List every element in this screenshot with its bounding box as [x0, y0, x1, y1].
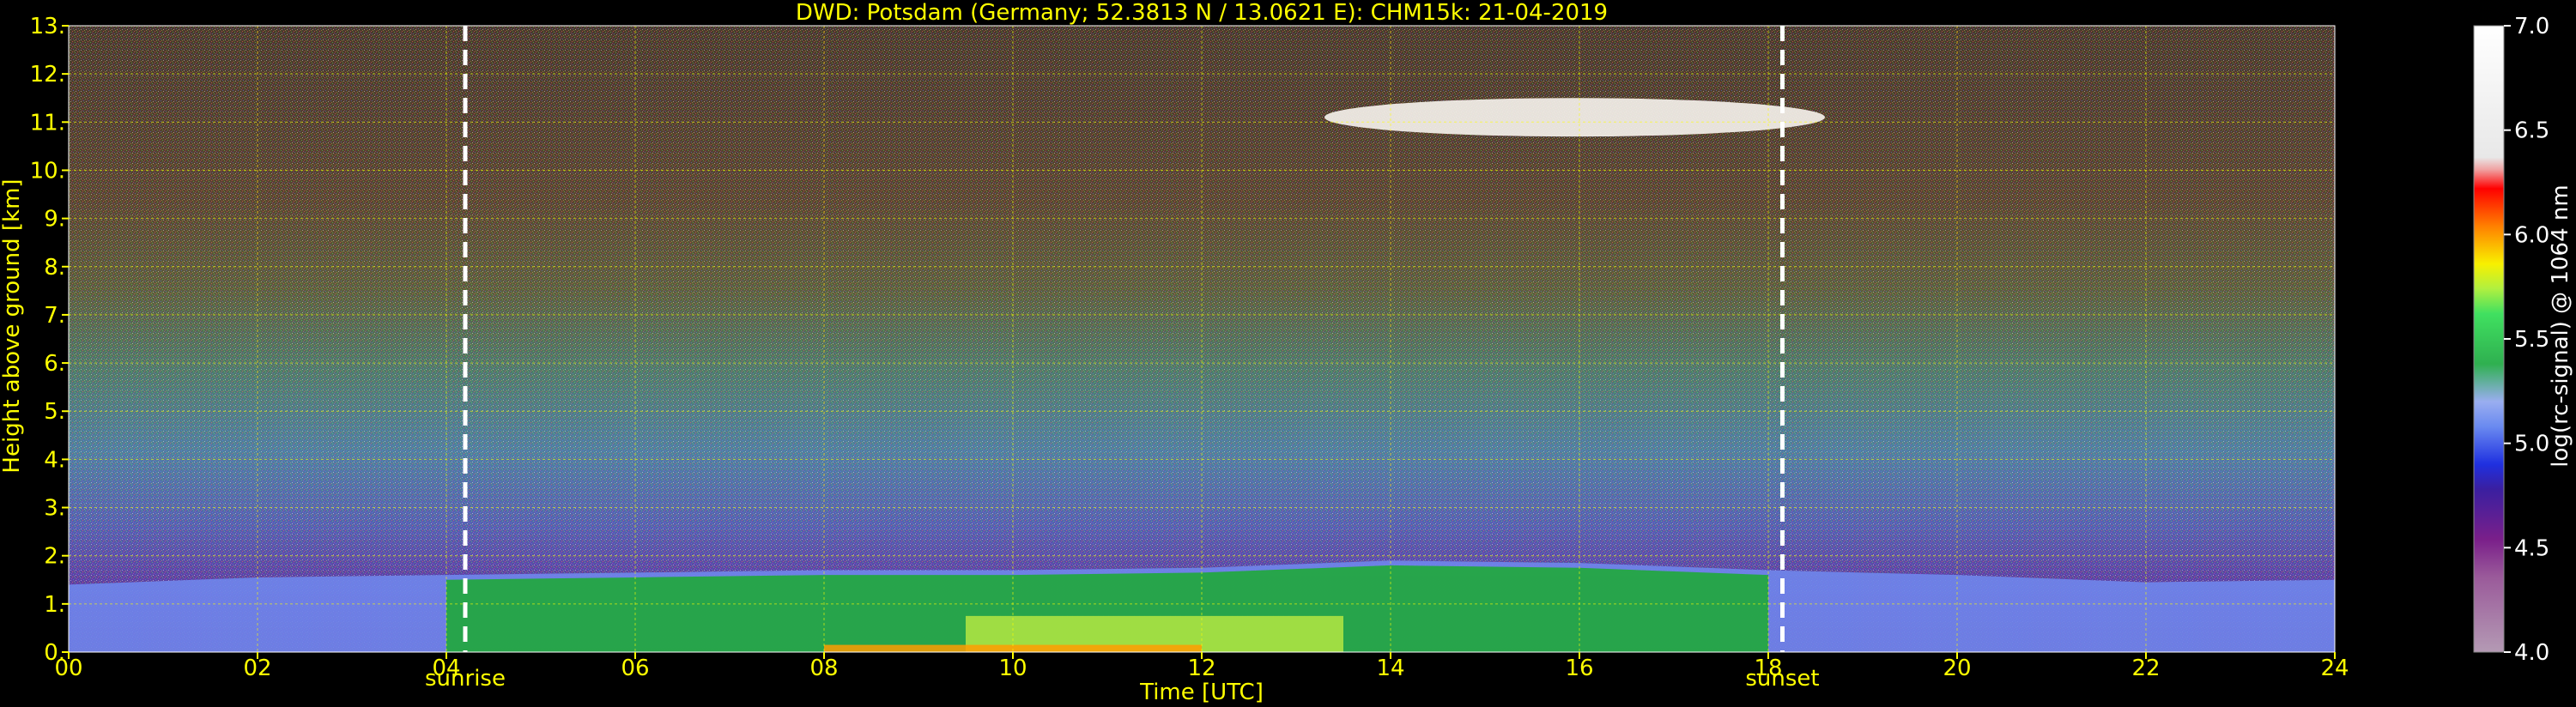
y-tick-label: 2.	[44, 544, 65, 570]
x-axis-label: Time [UTC]	[1139, 680, 1264, 705]
colorbar-tick-label: 5.5	[2514, 327, 2549, 353]
colorbar-scale	[2473, 25, 2505, 653]
x-tick-label: 14	[1376, 656, 1404, 681]
y-tick-label: 4.	[44, 447, 65, 473]
x-tick-label: 10	[998, 656, 1027, 681]
y-tick-label: 1.	[44, 592, 65, 618]
x-tick-label: 08	[809, 656, 838, 681]
chart-title: DWD: Potsdam (Germany; 52.3813 N / 13.06…	[796, 0, 1608, 26]
colorbar-tick-label: 6.0	[2514, 222, 2549, 248]
x-tick-label: 12	[1187, 656, 1215, 681]
y-tick-label: 8.	[44, 255, 65, 281]
colorbar-tick-label: 4.5	[2514, 535, 2549, 561]
x-tick-label: 16	[1565, 656, 1593, 681]
y-tick-label: 13.	[30, 14, 65, 39]
x-tick-label: 04	[432, 656, 460, 681]
y-tick-label: 3.	[44, 496, 65, 522]
y-axis-label: Height above ground [km]	[0, 178, 25, 473]
colorbar-tick-label: 4.0	[2514, 640, 2549, 666]
x-tick-label: 20	[1943, 656, 1971, 681]
cirrus-cloud	[1324, 98, 1825, 137]
colorbar-tick-label: 5.0	[2514, 432, 2549, 457]
colorbar: 4.0 4.5 5.0 5.5 6.0 6.5 7.0	[2473, 14, 2549, 666]
y-tick-label: 12.	[30, 62, 65, 88]
y-tick-label: 7.	[44, 303, 65, 329]
y-tick-label: 0.	[44, 640, 65, 666]
x-tick-label: 06	[621, 656, 649, 681]
colorbar-tick-label: 6.5	[2514, 118, 2549, 144]
colorbar-tick-label: 7.0	[2514, 14, 2549, 39]
y-tick-label: 11.	[30, 110, 65, 136]
x-tick-label: 24	[2320, 656, 2349, 681]
x-tick-label: 22	[2131, 656, 2160, 681]
y-tick-label: 6.	[44, 351, 65, 377]
y-tick-label: 5.	[44, 399, 65, 425]
y-tick-label: 9.	[44, 207, 65, 233]
ceilometer-chart: sunrise sunset 00 02 04 06 08 10 12 14 16 18 20 22 24…	[0, 0, 2573, 705]
y-tick-label: 10.	[30, 158, 65, 184]
x-tick-label: 18	[1754, 656, 1782, 681]
colorbar-label: log(rc-signal) @ 1064 nm	[2548, 184, 2573, 467]
x-tick-label: 02	[243, 656, 271, 681]
